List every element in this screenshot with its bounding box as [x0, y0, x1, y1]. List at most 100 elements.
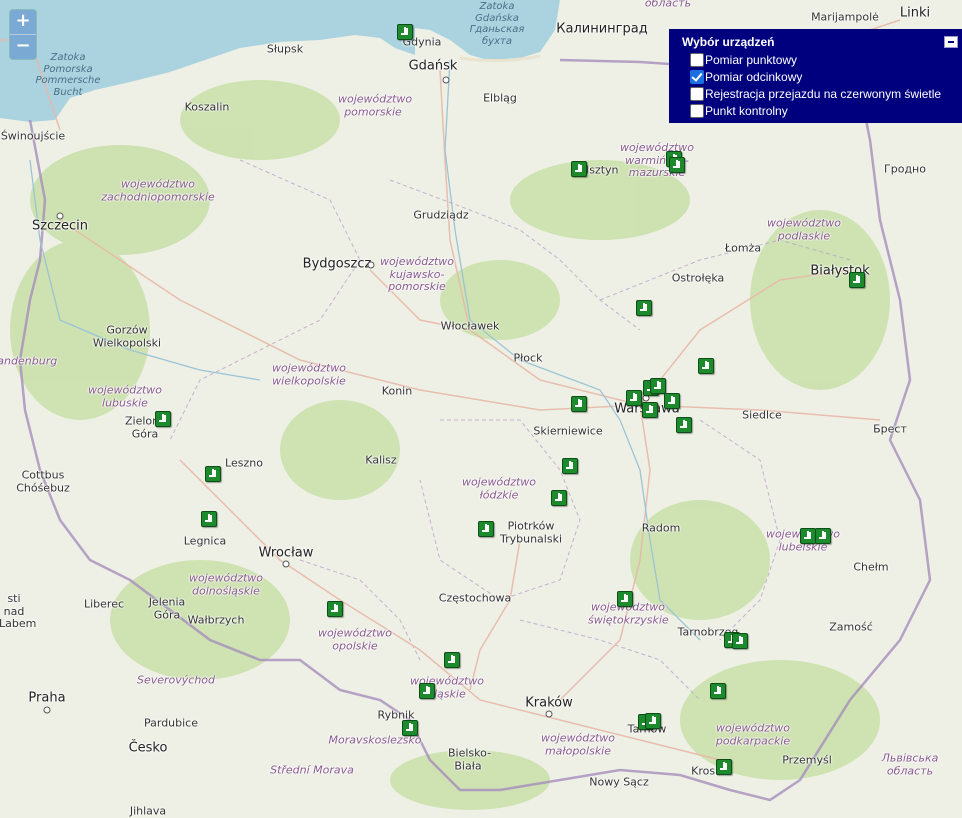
map-label-czestochowa: Częstochowa [438, 591, 512, 605]
filter-label: Pomiar punktowy [705, 53, 798, 67]
map-label-krakow: Kraków [525, 695, 573, 711]
map-label-liberec: Liberec [83, 597, 125, 611]
map-label-kalisz: Kalisz [365, 453, 397, 467]
map-label-cesko: Česko [128, 740, 168, 756]
city-dot [43, 706, 51, 714]
map-label-kaliningrad: Калининград [556, 21, 648, 37]
map-label-walbrzych: Wałbrzych [187, 613, 245, 627]
device-marker[interactable] [205, 466, 221, 482]
device-marker[interactable] [626, 390, 642, 406]
map-label-zamosc: Zamość [829, 620, 873, 634]
map-label-legnica: Legnica [183, 534, 227, 548]
map-label-plock: Płock [513, 351, 543, 365]
device-marker[interactable] [698, 358, 714, 374]
region-label-podkarpackie: województwo podkarpackie [715, 721, 791, 747]
map-label-piotrkow: Piotrków Trybunalski [499, 519, 562, 545]
map-label-praha: Praha [28, 690, 66, 706]
device-marker[interactable] [676, 417, 692, 433]
map-label-gorzow: Gorzów Wielkopolski [92, 323, 162, 349]
device-marker[interactable] [571, 396, 587, 412]
device-marker[interactable] [716, 759, 732, 775]
map-label-szczecin: Szczecin [31, 218, 89, 234]
filter-label: Pomiar odcinkowy [705, 70, 803, 84]
region-label-pomorskie: województwo pomorskie [338, 92, 413, 118]
map-label-moravskoslezsko: Moravskoslezsko [328, 733, 422, 747]
panel-title: Wybór urządzeń [682, 35, 775, 49]
device-marker[interactable] [419, 683, 435, 699]
map-label-pardubice: Pardubice [143, 716, 199, 730]
map-label-stredni-morava: Střední Morava [270, 763, 354, 777]
device-marker[interactable] [551, 490, 567, 506]
device-marker[interactable] [849, 272, 865, 288]
map-label-oblast: область [644, 0, 692, 10]
device-marker[interactable] [478, 521, 494, 537]
checkbox-punkt-kontrolny[interactable] [690, 104, 704, 118]
device-marker[interactable] [800, 528, 816, 544]
checkbox-rejestracja-czerwone[interactable] [690, 87, 704, 101]
device-marker[interactable] [444, 652, 460, 668]
device-marker[interactable] [710, 683, 726, 699]
region-label-malopolskie: województwo małopolskie [540, 731, 616, 757]
map-label-skierniewice: Skierniewice [533, 424, 603, 438]
city-dot [367, 261, 375, 269]
map-label-siedlce: Siedlce [742, 408, 782, 422]
region-label-opolskie: województwo opolskie [317, 626, 393, 652]
zoom-out-button[interactable]: − [10, 34, 36, 59]
map-label-lviv: Львівська область [881, 751, 939, 777]
device-marker[interactable] [645, 713, 661, 729]
map-label-linki: Linki [899, 5, 931, 21]
city-dot [545, 710, 553, 718]
map-label-brandenburg: randenburg [0, 354, 58, 368]
map-label-przemysl: Przemyśl [782, 753, 832, 767]
map-label-brest: Брест [873, 422, 907, 436]
map-label-grodno: Гродно [884, 162, 926, 176]
map-label-jelenia-gora: Jelenia Góra [148, 595, 186, 621]
city-dot [442, 76, 450, 84]
filter-punkt-kontrolny[interactable]: Punkt kontrolny [690, 104, 788, 118]
device-marker[interactable] [642, 402, 658, 418]
device-marker[interactable] [562, 458, 578, 474]
map-label-usti: sti nad Labem [0, 592, 37, 631]
device-marker[interactable] [402, 720, 418, 736]
city-dot [56, 212, 64, 220]
region-label-podlaskie: województwo podlaskie [766, 216, 842, 242]
region-label-lubuskie: województwo lubuskie [87, 383, 163, 409]
device-marker[interactable] [664, 393, 680, 409]
map-label-radom: Radom [641, 521, 681, 535]
map-label-leszno: Leszno [225, 456, 263, 470]
filter-pomiar-odcinkowy[interactable]: Pomiar odcinkowy [690, 70, 802, 84]
map-label-marijampole: Marijampolė [811, 10, 879, 24]
device-marker[interactable] [327, 601, 343, 617]
device-marker[interactable] [732, 633, 748, 649]
map-label-jihlava: Jihlava [129, 804, 167, 818]
map-label-gdansk: Gdańsk [408, 58, 458, 74]
device-marker[interactable] [155, 411, 171, 427]
zoom-in-button[interactable]: + [10, 10, 36, 34]
map-label-koszalin: Koszalin [184, 100, 230, 114]
device-marker[interactable] [650, 378, 666, 394]
device-selection-panel: Wybór urządzeń Pomiar punktowy Pomiar od… [669, 29, 962, 123]
device-marker[interactable] [201, 511, 217, 527]
device-marker[interactable] [669, 157, 685, 173]
device-marker[interactable] [636, 300, 652, 316]
checkbox-pomiar-punktowy[interactable] [690, 53, 704, 67]
map-label-bielsko: Bielsko-Biała [448, 746, 492, 772]
map-label-swinoujscie: Świnoujście [0, 129, 66, 143]
map-label-lomza: Łomża [724, 241, 762, 255]
collapse-panel-button[interactable] [944, 36, 958, 48]
map-label-elblag: Elbląg [483, 91, 517, 105]
device-marker[interactable] [617, 591, 633, 607]
map-label-bydgoszcz: Bydgoszcz [302, 256, 372, 272]
device-marker[interactable] [397, 24, 413, 40]
checkbox-pomiar-odcinkowy[interactable] [690, 70, 704, 84]
map-label-grudziadz: Grudziądz [413, 208, 469, 222]
filter-rejestracja-czerwone[interactable]: Rejestracja przejazdu na czerwonym świet… [690, 87, 941, 101]
device-marker[interactable] [815, 528, 831, 544]
map-label-zatoka-pomorska: Zatoka Pomorska Pommersche Bucht [35, 52, 101, 98]
map-label-nowy-sacz: Nowy Sącz [589, 775, 649, 789]
map-label-wloclawek: Włocławek [440, 319, 500, 333]
map-label-konin: Konin [381, 384, 413, 398]
filter-pomiar-punktowy[interactable]: Pomiar punktowy [690, 53, 797, 67]
device-marker[interactable] [571, 161, 587, 177]
filter-label: Punkt kontrolny [705, 104, 788, 118]
